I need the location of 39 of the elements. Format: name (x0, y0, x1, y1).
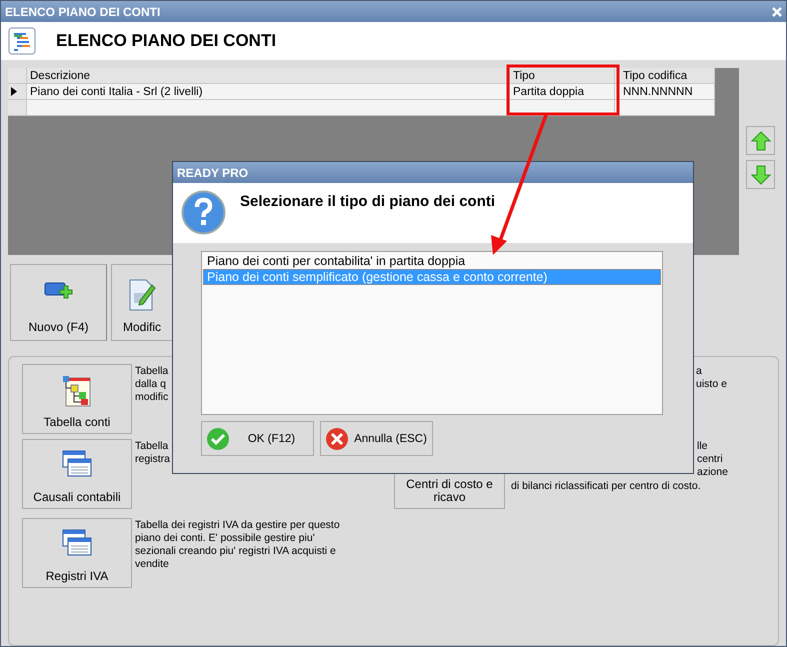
table-cell: Piano dei conti Italia - Srl (2 livelli) (27, 84, 510, 100)
table-cell: NNN.NNNNN (615, 84, 715, 100)
tree-diagram-icon (62, 375, 92, 407)
cancel-button[interactable]: Annulla (ESC) (320, 421, 433, 456)
table-button[interactable]: Tabella conti (22, 364, 132, 434)
list-option[interactable]: Piano dei conti per contabilita' in partita doppia (203, 253, 661, 269)
close-icon[interactable] (772, 6, 782, 16)
window-title: ELENCO PIANO DEI CONTI (5, 4, 160, 18)
up-arrow-icon (750, 130, 770, 150)
edit-button[interactable]: Modific (111, 264, 173, 341)
table-button[interactable]: Causali contabili (22, 439, 132, 509)
table-cell: Partita doppia (510, 84, 615, 100)
list-icon (8, 27, 36, 55)
column-header[interactable]: Tipo (510, 68, 615, 84)
windows-icon (62, 450, 92, 478)
description-text: lle centri azione (696, 439, 728, 479)
description-text: Tabella registra (135, 439, 170, 467)
description-text: a uisto e (695, 364, 727, 391)
page-heading: ELENCO PIANO DEI CONTI (56, 31, 276, 51)
table-button[interactable]: Registri IVA (22, 518, 132, 588)
dialog-title: READY PRO (177, 166, 248, 180)
new-button[interactable]: Nuovo (F4) (10, 264, 107, 341)
question-icon (181, 190, 226, 235)
dialog-message: Selezionare il tipo di piano dei conti (240, 193, 496, 210)
description-text: di bilanci riclassificati per centro di costo. (511, 479, 702, 493)
move-down-button[interactable] (746, 160, 775, 189)
close-circle-icon (325, 426, 349, 450)
document-pencil-icon (128, 279, 156, 311)
row-pointer-icon (11, 87, 17, 96)
description-text: Tabella dalla q modific (135, 364, 168, 405)
move-up-button[interactable] (746, 126, 775, 155)
check-icon (206, 426, 230, 450)
column-header[interactable]: Tipo codifica (615, 68, 715, 84)
cost-centers-button[interactable]: Centri di costo e ricavo (394, 472, 505, 509)
column-header[interactable]: Descrizione (27, 68, 510, 84)
description-text: Tabella dei registri IVA da gestire per questo piano dei conti. E' possibile gestire piu' sezionali creando piu' registri IVA acquisti e vendite (135, 518, 340, 572)
windows-icon (62, 529, 92, 557)
down-arrow-icon (750, 164, 770, 184)
ok-button[interactable]: OK (F12) (201, 421, 314, 456)
